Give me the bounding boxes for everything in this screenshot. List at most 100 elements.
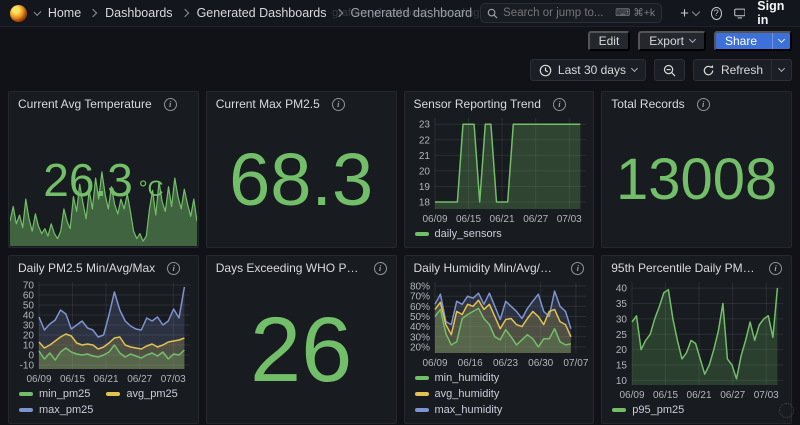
legend-item-p95_pm25[interactable]: p95_pm25 [612,403,684,417]
info-icon[interactable] [697,98,710,111]
svg-text:06/27: 06/27 [523,214,548,225]
time-range-picker[interactable]: Last 30 days [530,59,646,81]
refresh-interval-dropdown[interactable] [772,59,792,81]
legend-item-daily_sensors[interactable]: daily_sensors [415,227,502,241]
panel-current-max-pm25: Current Max PM2.5 68.3 [206,91,397,248]
info-icon[interactable] [332,98,345,111]
share-dropdown-button[interactable] [772,33,790,49]
panel-sensor-reporting-trend: Sensor Reporting Trend 23222120191806/09… [404,91,595,248]
legend-swatch [106,392,120,396]
legend-item-min_pm25[interactable]: min_pm25 [19,387,90,401]
panel-title[interactable]: Current Avg Temperature [18,97,152,111]
edit-button[interactable]: Edit [588,31,631,51]
share-button[interactable]: Share [714,31,792,51]
panel-days-exceeding-who-pm25: Days Exceeding WHO PM2.5 Thr... 26 [206,255,397,424]
svg-text:06/21: 06/21 [94,374,119,385]
time-series-chart[interactable]: 23222120191806/0906/1506/2106/2707/03 [405,113,594,225]
org-switcher-chevron-icon[interactable] [34,8,42,16]
search-icon [487,8,498,19]
legend-item-min_humidity[interactable]: min_humidity [415,371,500,385]
chevron-down-icon [631,65,638,72]
legend-item-avg_humidity[interactable]: avg_humidity [415,387,500,401]
svg-text:06/15: 06/15 [456,214,481,225]
svg-text:06/21: 06/21 [489,214,514,225]
legend-swatch [415,232,429,236]
zoom-out-icon [663,64,676,77]
time-series-chart[interactable]: 4035302520151006/0906/1506/2106/2707/03 [602,277,791,401]
plus-icon: + [680,6,689,21]
svg-text:07/03: 07/03 [161,374,186,385]
refresh-button[interactable]: Refresh [693,59,772,81]
info-icon[interactable] [167,262,180,275]
clock-icon [539,64,552,77]
search-box[interactable]: ⌨ ⌘+k [480,3,662,23]
panel-title[interactable]: Sensor Reporting Trend [414,97,541,111]
info-icon[interactable] [571,262,584,275]
time-series-chart[interactable]: 80%70%60%50%40%30%20%06/0906/1606/2306/3… [405,277,594,369]
panel-title[interactable]: Daily PM2.5 Min/Avg/Max [18,261,155,275]
info-icon[interactable] [374,262,387,275]
info-icon[interactable] [164,98,177,111]
panel-title[interactable]: Daily Humidity Min/Avg/Max [414,261,560,275]
svg-text:25: 25 [616,330,628,341]
breadcrumb-dashboards[interactable]: Dashboards [105,6,172,20]
svg-text:10: 10 [616,376,628,387]
svg-text:-10: -10 [20,361,35,372]
breadcrumb-generated-dashboards[interactable]: Generated Dashboards [197,6,327,20]
recording-indicator-icon [779,403,794,418]
panel-title[interactable]: Current Max PM2.5 [216,97,320,111]
panel-current-avg-temperature: Current Avg Temperature 26.3 °C [8,91,199,248]
legend-item-avg_pm25[interactable]: avg_pm25 [106,387,177,401]
svg-text:06/27: 06/27 [720,390,745,401]
svg-text:06/09: 06/09 [422,358,447,369]
legend-item-max_pm25[interactable]: max_pm25 [19,403,93,417]
add-new-button[interactable]: + [680,6,699,21]
search-shortcut: ⌨ ⌘+k [615,7,655,19]
nav-actions: + ? Sign in [680,0,790,27]
legend-item-max_humidity[interactable]: max_humidity [415,403,503,417]
breadcrumb-separator-icon [180,9,188,17]
svg-text:21: 21 [418,151,430,162]
breadcrumb: Home Dashboards Generated Dashboards Gen… [48,6,472,20]
panel-total-records: Total Records 13008 [601,91,792,248]
svg-text:20: 20 [418,166,430,177]
legend-swatch [19,392,33,396]
breadcrumb-current-dashboard[interactable]: Generated dashboard [351,6,473,20]
svg-text:35: 35 [616,299,628,310]
sign-in-button[interactable]: Sign in [757,0,790,27]
legend-swatch [612,408,626,412]
breadcrumb-separator-icon [334,9,342,17]
panel-title[interactable]: 95th Percentile Daily PM2.5 [611,261,757,275]
svg-text:06/15: 06/15 [60,374,85,385]
refresh-icon [702,64,715,77]
panel-daily-pm25-min-avg-max: Daily PM2.5 Min/Avg/Max 706050403020100-… [8,255,199,424]
svg-text:20: 20 [616,345,628,356]
time-series-chart[interactable]: 706050403020100-1006/0906/1506/2106/2707… [9,277,198,385]
svg-text:20%: 20% [409,342,429,353]
refresh-control: Refresh [693,59,792,81]
info-icon[interactable] [553,98,566,111]
legend-swatch [415,376,429,380]
help-icon[interactable]: ? [711,7,722,20]
breadcrumb-home[interactable]: Home [48,6,81,20]
svg-text:22: 22 [418,135,430,146]
svg-text:06/09: 06/09 [620,390,645,401]
svg-text:30: 30 [616,314,628,325]
info-icon[interactable] [769,262,782,275]
svg-text:07/03: 07/03 [556,214,581,225]
legend-swatch [415,392,429,396]
news-monitor-icon[interactable] [734,7,746,20]
grafana-logo[interactable] [10,5,27,22]
panel-title[interactable]: Days Exceeding WHO PM2.5 Thr... [216,261,362,275]
chart-legend: min_humidity avg_humidity max_humidity [405,369,594,423]
export-button[interactable]: Export [638,31,706,51]
zoom-out-button[interactable] [654,59,685,81]
panel-title[interactable]: Total Records [611,97,684,111]
svg-text:07/07: 07/07 [563,358,588,369]
search-input[interactable] [503,7,610,19]
top-nav: Home Dashboards Generated Dashboards Gen… [0,0,800,27]
svg-text:06/09: 06/09 [26,374,51,385]
chevron-down-icon [689,36,696,43]
legend-swatch [19,408,33,412]
chart-legend: min_pm25 avg_pm25 max_pm25 [9,385,198,423]
